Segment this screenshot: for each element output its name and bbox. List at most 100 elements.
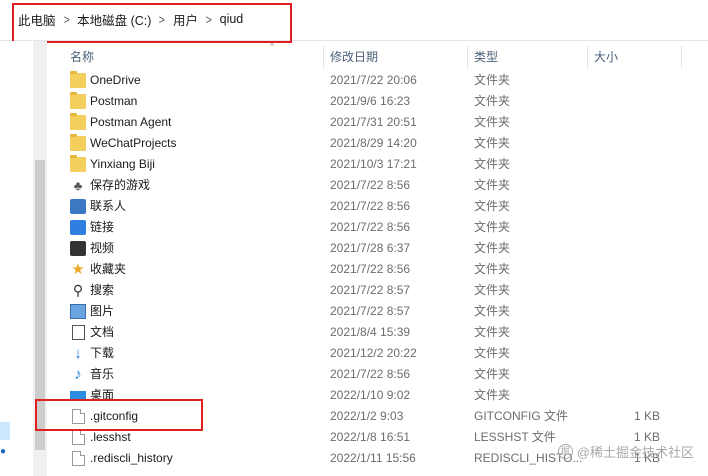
chevron-right-icon[interactable]: > <box>62 12 71 27</box>
column-divider[interactable] <box>323 46 324 68</box>
list-item[interactable]: .gitconfig 2022/1/2 9:03 GITCONFIG 文件 1 KB <box>64 406 708 427</box>
item-date: 2021/7/22 8:57 <box>330 304 411 318</box>
item-name: 桌面 <box>90 388 115 402</box>
list-item[interactable]: OneDrive 2021/7/22 20:06 文件夹 <box>64 70 708 91</box>
breadcrumb-local-disk[interactable]: 本地磁盘 (C:) <box>72 10 156 29</box>
chevron-right-icon[interactable]: > <box>204 12 213 27</box>
item-name: Postman Agent <box>90 115 172 129</box>
column-name[interactable]: 名称 <box>70 46 94 68</box>
list-item[interactable]: Postman 2021/9/6 16:23 文件夹 <box>64 91 708 112</box>
item-name: 收藏夹 <box>90 262 127 276</box>
navigation-scrollbar-thumb[interactable] <box>35 160 45 450</box>
downloads-icon: ↓ <box>74 345 82 362</box>
item-type: 文件夹 <box>474 199 511 213</box>
item-type: 文件夹 <box>474 325 511 339</box>
list-item[interactable]: 图片 2021/7/22 8:57 文件夹 <box>64 301 708 322</box>
item-date: 2021/7/22 8:56 <box>330 262 411 276</box>
item-type: 文件夹 <box>474 388 511 402</box>
file-list: OneDrive 2021/7/22 20:06 文件夹 Postman 2021/9… <box>64 70 708 469</box>
item-date: 2021/7/31 20:51 <box>330 115 417 129</box>
item-name: .rediscli_history <box>90 451 173 465</box>
item-name: .lesshst <box>90 430 131 444</box>
item-name: 链接 <box>90 220 115 234</box>
list-item[interactable]: 联系人 2021/7/22 8:56 文件夹 <box>64 196 708 217</box>
list-item[interactable]: ♣ 保存的游戏 2021/7/22 8:56 文件夹 <box>64 175 708 196</box>
breadcrumb-this-pc[interactable]: 此电脑 <box>13 10 61 29</box>
list-item[interactable]: ♪ 音乐 2021/7/22 8:56 文件夹 <box>64 364 708 385</box>
item-name: 文档 <box>90 325 115 339</box>
column-date[interactable]: 修改日期 <box>330 46 378 68</box>
list-item[interactable]: Postman Agent 2021/7/31 20:51 文件夹 <box>64 112 708 133</box>
item-type: 文件夹 <box>474 136 511 150</box>
item-date: 2021/10/3 17:21 <box>330 157 417 171</box>
item-date: 2021/7/22 8:56 <box>330 199 411 213</box>
item-type: 文件夹 <box>474 178 511 192</box>
list-item[interactable]: 文档 2021/8/4 15:39 文件夹 <box>64 322 708 343</box>
music-icon: ♪ <box>74 366 82 383</box>
column-divider[interactable] <box>681 46 682 68</box>
item-type: 文件夹 <box>474 262 511 276</box>
list-item[interactable]: ⚲ 搜索 2021/7/22 8:57 文件夹 <box>64 280 708 301</box>
searches-icon: ⚲ <box>72 282 84 298</box>
item-type: 文件夹 <box>474 283 511 297</box>
item-date: 2021/8/29 14:20 <box>330 136 417 150</box>
item-type: 文件夹 <box>474 94 511 108</box>
folder-icon <box>70 134 86 151</box>
column-divider[interactable] <box>587 46 588 68</box>
item-date: 2021/7/22 8:56 <box>330 367 411 381</box>
list-item[interactable]: ★ 收藏夹 2021/7/22 8:56 文件夹 <box>64 259 708 280</box>
address-bar[interactable]: 此电脑 > 本地磁盘 (C:) > 用户 > qiud <box>0 0 708 41</box>
list-item[interactable]: Yinxiang Biji 2021/10/3 17:21 文件夹 <box>64 154 708 175</box>
folder-icon <box>70 155 86 172</box>
links-icon <box>70 220 86 235</box>
list-item[interactable]: 视频 2021/7/28 6:37 文件夹 <box>64 238 708 259</box>
item-date: 2021/9/6 16:23 <box>330 94 411 108</box>
item-type: 文件夹 <box>474 346 511 360</box>
desktop-icon <box>70 391 86 401</box>
navigation-pane[interactable] <box>0 41 34 476</box>
item-date: 2021/12/2 20:22 <box>330 346 417 360</box>
column-size[interactable]: 大小 <box>594 46 618 68</box>
file-icon <box>72 451 85 466</box>
column-divider[interactable] <box>467 46 468 68</box>
item-name: 音乐 <box>90 367 115 381</box>
item-name: 下载 <box>90 346 115 360</box>
breadcrumb: 此电脑 > 本地磁盘 (C:) > 用户 > qiud <box>13 5 248 33</box>
item-type: 文件夹 <box>474 220 511 234</box>
item-date: 2022/1/2 9:03 <box>330 409 404 423</box>
list-item[interactable]: ↓ 下载 2021/12/2 20:22 文件夹 <box>64 343 708 364</box>
watermark-text: @稀土掘金技术社区 <box>576 445 694 460</box>
breadcrumb-users[interactable]: 用户 <box>168 10 203 29</box>
item-name: 搜索 <box>90 283 115 297</box>
item-type: GITCONFIG 文件 <box>474 409 568 423</box>
column-header: ^ 名称 修改日期 类型 大小 <box>64 42 708 68</box>
documents-icon <box>72 325 85 340</box>
breadcrumb-current-folder[interactable]: qiud <box>215 12 249 26</box>
item-name: .gitconfig <box>90 409 139 423</box>
sort-caret-icon: ^ <box>270 42 274 51</box>
navigation-item-icon[interactable]: ● <box>0 447 8 457</box>
navigation-selected-item[interactable] <box>0 422 10 440</box>
list-item[interactable]: 桌面 2022/1/10 9:02 文件夹 <box>64 385 708 406</box>
item-name: OneDrive <box>90 73 141 87</box>
favorites-icon: ★ <box>71 261 85 278</box>
item-name: 联系人 <box>90 199 127 213</box>
list-item[interactable]: 链接 2021/7/22 8:56 文件夹 <box>64 217 708 238</box>
item-type: 文件夹 <box>474 304 511 318</box>
item-date: 2021/7/22 8:57 <box>330 283 411 297</box>
item-date: 2022/1/11 15:56 <box>330 451 416 465</box>
item-type: 文件夹 <box>474 367 511 381</box>
chevron-right-icon[interactable]: > <box>158 12 167 27</box>
watermark: 掘 @稀土掘金技术社区 <box>557 442 694 461</box>
item-name: WeChatProjects <box>90 136 177 150</box>
item-name: 保存的游戏 <box>90 178 151 192</box>
item-date: 2022/1/8 16:51 <box>330 430 411 444</box>
item-name: 图片 <box>90 304 115 318</box>
file-icon <box>72 409 85 424</box>
column-type[interactable]: 类型 <box>474 46 498 68</box>
list-item[interactable]: WeChatProjects 2021/8/29 14:20 文件夹 <box>64 133 708 154</box>
folder-icon <box>70 71 86 88</box>
item-type: 文件夹 <box>474 241 511 255</box>
item-type: 文件夹 <box>474 157 511 171</box>
juejin-logo-icon: 掘 <box>557 444 573 459</box>
